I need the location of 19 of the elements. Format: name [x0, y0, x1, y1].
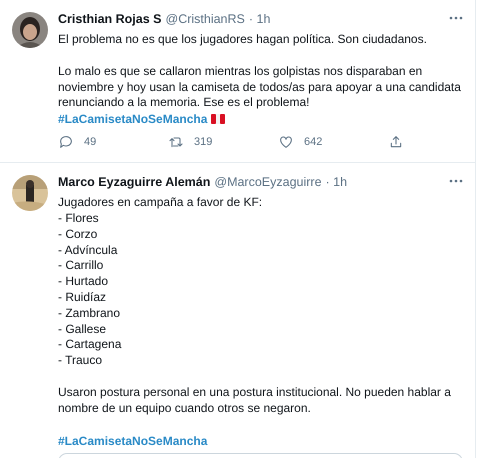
timestamp[interactable]: · 1h — [326, 175, 348, 190]
tweet-text: Jugadores en campaña a favor de KF: - Flores - Corzo - Advíncula - Carrillo - Hurtado - Ruidíaz - Zambrano - Gallese - Cartagena - Trauco — [58, 195, 264, 369]
retweet-button[interactable]: 319 — [168, 134, 212, 150]
reply-button[interactable]: 49 — [58, 134, 96, 150]
author-handle[interactable]: @CristhianRS — [166, 12, 245, 26]
author-handle[interactable]: @MarcoEyzaguirre — [214, 175, 322, 190]
author-name[interactable]: Cristhian Rojas S — [58, 12, 162, 26]
author-name[interactable]: Marco Eyzaguirre Alemán — [58, 175, 210, 190]
speech-bubble-icon — [58, 134, 74, 150]
hashtag-link[interactable]: #LaCamisetaNoSeMancha — [58, 111, 208, 128]
more-icon[interactable] — [449, 179, 463, 184]
timestamp[interactable]: · 1h — [248, 12, 270, 26]
tweet-text: Usaron postura personal en una postura institucional. No pueden hablar a nombre de un equipo cuando otros se negaron. — [58, 384, 452, 417]
like-button[interactable]: 642 — [278, 134, 322, 150]
hashtag-link[interactable]: #LaCamisetaNoSeMancha — [58, 432, 208, 449]
more-icon[interactable] — [449, 16, 463, 20]
tweet-text: El problema no es que los jugadores hagan política. Son ciudadanos. — [58, 32, 428, 48]
tweet-text: Lo malo es que se callaron mientras los golpistas nos disparaban en noviembre y hoy usan la camiseta de todos/as para apoyar a una candidata renunciando a la memoria. Ese es el problema! — [58, 64, 462, 112]
heart-icon — [278, 134, 294, 150]
